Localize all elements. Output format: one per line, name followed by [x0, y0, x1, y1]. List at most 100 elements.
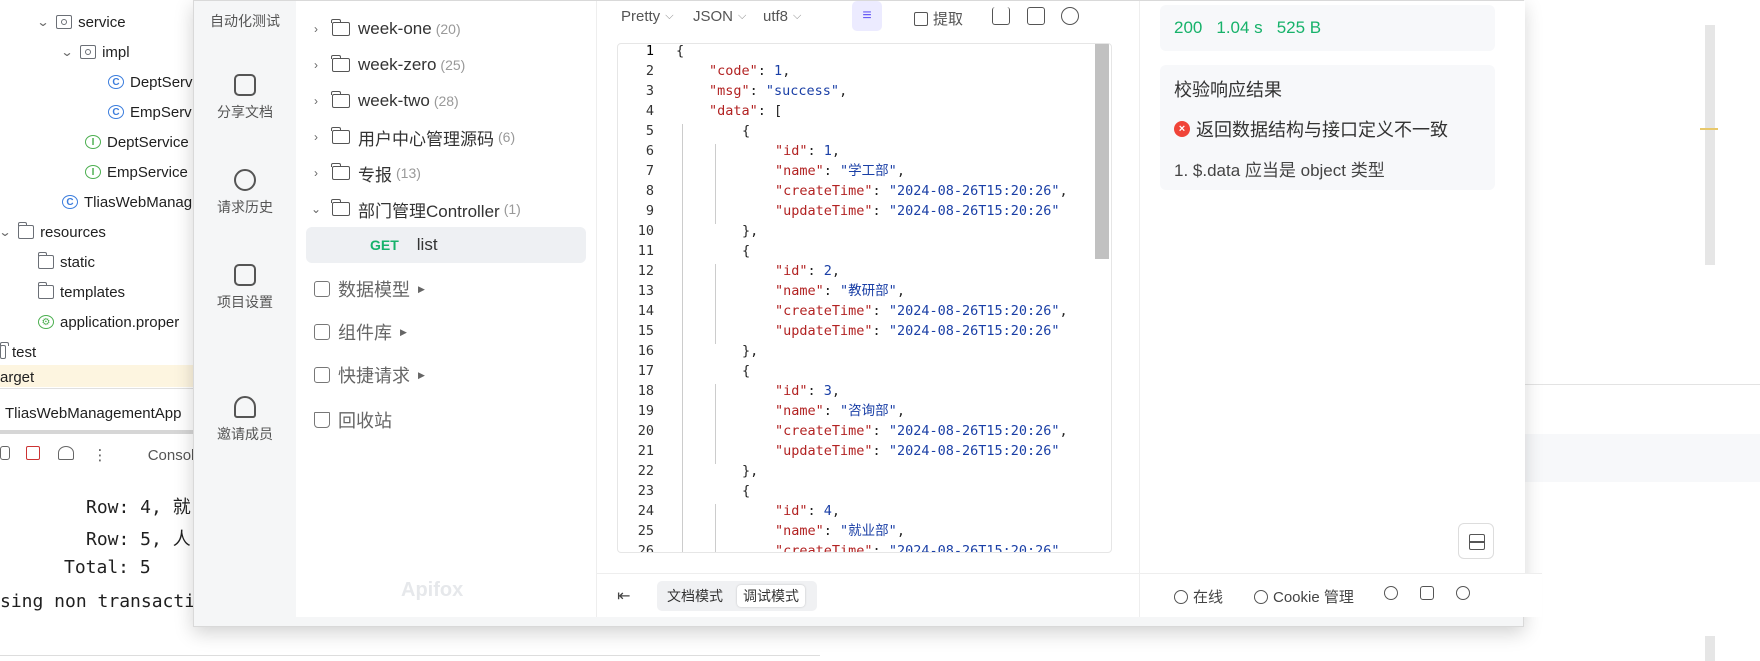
folder-name: 用户中心管理源码 — [358, 129, 494, 149]
tree-node-resources[interactable]: ⌄ resources — [0, 221, 106, 243]
folder-icon — [331, 199, 350, 216]
code-text: "createTime": "2024-08-26T15:20:26", — [775, 423, 1068, 439]
chevron-right-icon: › — [314, 22, 318, 36]
chevron-right-icon: › — [314, 94, 318, 108]
code-text: "updateTime": "2024-08-26T15:20:26" — [775, 203, 1060, 219]
class-icon: C — [108, 75, 124, 89]
code-line: 5{ — [618, 121, 1111, 141]
tree-node-templates[interactable]: templates — [37, 281, 126, 303]
chevron-down-icon: ⌵ — [665, 10, 674, 22]
section-recycle-bin[interactable]: 回收站 — [314, 405, 392, 435]
online-label: 在线 — [1193, 589, 1224, 606]
tree-folder-zhuanbao[interactable]: › 专报 (13) — [306, 158, 421, 188]
exit-icon[interactable] — [26, 446, 41, 460]
code-line: 17 { — [618, 361, 1111, 381]
section-quick-requests[interactable]: 快捷请求 ▶ — [314, 360, 425, 390]
indent-guide — [715, 144, 716, 224]
rail-automation[interactable]: 自动化测试 — [194, 11, 296, 31]
rail-project-settings[interactable]: 项目设置 — [194, 264, 296, 312]
tree-node-emp-service[interactable]: I EmpService — [85, 161, 188, 183]
console-tab[interactable]: Consol — [148, 447, 195, 464]
rail-invite-members[interactable]: 邀请成员 — [194, 396, 296, 444]
line-number: 26 — [637, 543, 654, 553]
code-line: 1{ — [618, 43, 1111, 61]
section-components[interactable]: 组件库 ▶ — [314, 317, 407, 347]
format-select[interactable]: Pretty ⌵ — [621, 8, 674, 25]
section-data-models[interactable]: 数据模型 ▶ — [314, 274, 425, 304]
ide-scrollbar[interactable] — [1705, 25, 1715, 265]
download-icon[interactable] — [992, 7, 1010, 25]
package-icon — [56, 15, 73, 29]
line-number: 8 — [645, 183, 654, 199]
online-status[interactable]: 在线 — [1174, 586, 1223, 607]
help-icon[interactable] — [1456, 586, 1475, 600]
line-number: 22 — [637, 463, 654, 479]
collapse-sidebar-icon[interactable]: ⇤ — [617, 586, 630, 606]
folder-name: 专报 — [358, 165, 392, 185]
tree-node-emp-service-impl[interactable]: C EmpServ — [108, 101, 192, 123]
code-text: }, — [742, 463, 759, 479]
code-text: { — [742, 483, 751, 499]
code-line: 20 "createTime": "2024-08-26T15:20:26", — [618, 421, 1111, 441]
rail-share-docs[interactable]: 分享文档 — [194, 74, 296, 122]
editor-scrollbar[interactable] — [1095, 44, 1109, 259]
tree-node-impl[interactable]: ⌄ impl — [60, 41, 129, 63]
code-text: "code": 1, — [709, 63, 791, 79]
resources-folder-icon — [17, 222, 35, 239]
tree-node-static[interactable]: static — [37, 251, 95, 273]
tree-folder-week-two[interactable]: › week-two (28) — [306, 86, 459, 116]
tree-node-test[interactable]: test — [0, 341, 36, 363]
debug-mode-tab[interactable]: 调试模式 — [737, 585, 805, 607]
apifox-window: 自动化测试 分享文档 请求历史 项目设置 邀请成员 › week-one (20… — [193, 0, 1542, 627]
rail-label: 自动化测试 — [210, 13, 280, 29]
code-text: "msg": "success", — [709, 83, 848, 99]
cookie-manager[interactable]: Cookie 管理 — [1254, 586, 1354, 607]
tree-node-service[interactable]: ⌄ service — [36, 11, 125, 33]
folder-icon — [331, 55, 350, 72]
code-text: }, — [742, 223, 759, 239]
upgrade-icon[interactable] — [1384, 586, 1403, 600]
type-select[interactable]: JSON ⌵ — [693, 8, 746, 25]
folder-count: (28) — [433, 93, 459, 109]
json-viewer[interactable]: 1{2 "code": 1, 3 "msg": "success", 4 "data": … — [617, 43, 1112, 553]
extract-button[interactable]: 提取 — [914, 8, 963, 29]
response-stats: 200 1.04 s 525 B — [1160, 5, 1495, 51]
rail-history[interactable]: 请求历史 — [194, 169, 296, 217]
encoding-select[interactable]: utf8 ⌵ — [763, 8, 801, 25]
tree-node-dept-service[interactable]: I DeptService — [85, 131, 189, 153]
line-number: 16 — [637, 343, 654, 359]
tree-node-target[interactable]: arget — [0, 365, 200, 387]
tree-node-dept-service-impl[interactable]: C DeptServ — [108, 71, 193, 93]
code-text: "name": "教研部", — [775, 283, 905, 299]
line-number: 10 — [637, 223, 654, 239]
check-circle-icon — [1174, 589, 1188, 604]
tree-folder-user-center[interactable]: › 用户中心管理源码 (6) — [306, 122, 515, 152]
folder-name: 部门管理Controller — [358, 201, 500, 221]
search-icon[interactable] — [1061, 7, 1079, 25]
code-line: 11 { — [618, 241, 1111, 261]
tree-folder-dept-controller[interactable]: ⌄ 部门管理Controller (1) — [306, 194, 521, 224]
divider — [1524, 384, 1760, 385]
shirt-icon[interactable] — [1420, 586, 1439, 600]
wrap-lines-button[interactable]: ≡ — [852, 1, 882, 31]
rail-label: 项目设置 — [217, 294, 273, 310]
more-icon[interactable]: ⋮ — [93, 446, 108, 464]
code-text: { — [676, 43, 685, 59]
gauge-icon[interactable] — [58, 446, 75, 460]
ide-scrollbar[interactable] — [1705, 636, 1715, 661]
folder-name: week-zero — [358, 55, 437, 74]
copy-icon[interactable] — [1027, 7, 1045, 25]
package-icon — [80, 45, 97, 59]
rerun-icon[interactable] — [0, 446, 10, 460]
tree-folder-week-one[interactable]: › week-one (20) — [306, 14, 461, 44]
tree-node-app-class[interactable]: C TliasWebManag — [62, 191, 192, 213]
run-config-tab[interactable]: TliasWebManagementApp — [5, 402, 181, 424]
line-number: 24 — [637, 503, 654, 519]
folder-icon — [37, 252, 54, 269]
tree-node-properties[interactable]: ⚙ application.proper — [38, 311, 179, 333]
doc-mode-tab[interactable]: 文档模式 — [661, 585, 729, 607]
layout-toggle-button[interactable] — [1458, 523, 1494, 559]
tree-label: templates — [60, 283, 126, 301]
tree-folder-week-zero[interactable]: › week-zero (25) — [306, 50, 465, 80]
endpoint-list[interactable]: GET list — [306, 227, 586, 263]
